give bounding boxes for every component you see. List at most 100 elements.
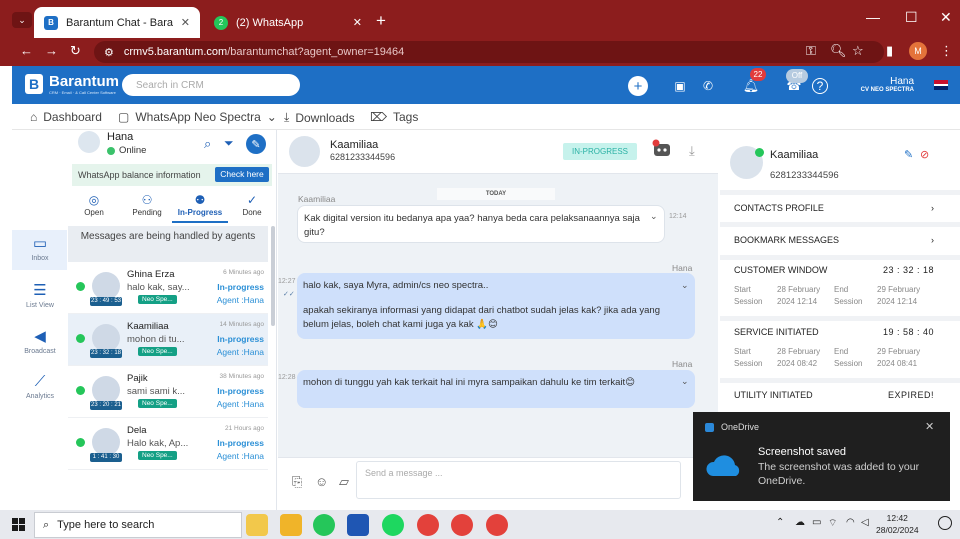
onedrive-tray-icon[interactable]: ☁ — [795, 517, 805, 528]
status-label: In-progress — [217, 334, 264, 344]
profile-avatar[interactable]: M — [909, 42, 927, 60]
edit-icon[interactable]: ✎ — [904, 148, 913, 161]
rail-list-view[interactable]: ☰ List View — [12, 281, 68, 309]
uk-flag-icon[interactable] — [934, 80, 948, 90]
rail-analytics[interactable]: ⟋ Analytics — [12, 373, 68, 400]
nav-downloads[interactable]: ⤓ Downloads — [284, 110, 355, 125]
chrome-icon[interactable] — [451, 514, 473, 536]
back-icon[interactable]: ← — [20, 43, 33, 58]
windows-start-icon[interactable] — [12, 518, 25, 531]
tab-in-progress[interactable]: ⚉ In-Progress — [175, 193, 225, 217]
bookmark-messages-row[interactable]: BOOKMARK MESSAGES › — [734, 235, 934, 245]
rail-broadcast[interactable]: ◀ Broadcast — [12, 327, 68, 355]
template-icon[interactable]: ▱ — [339, 474, 349, 490]
onedrive-toast[interactable]: OneDrive ✕ Screenshot saved The screensh… — [693, 412, 950, 501]
phone-icon[interactable]: ✆ — [698, 76, 718, 96]
rail-label: List View — [26, 302, 54, 309]
whatsapp-favicon-icon: 2 — [214, 15, 228, 30]
whatsapp-app-icon[interactable] — [313, 514, 335, 536]
progress-icon: ⚉ — [194, 193, 206, 207]
chevron-down-icon[interactable]: ⌄ — [681, 280, 689, 291]
outgoing-message[interactable]: mohon di tunggu yah kak terkait hal ini … — [297, 370, 695, 408]
contacts-profile-row[interactable]: CONTACTS PROFILE › — [734, 203, 934, 213]
tray-chevron-icon[interactable]: ⌃ — [776, 517, 784, 528]
attachment-icon[interactable]: ⎘ — [292, 474, 302, 490]
rail-inbox[interactable]: ▭ Inbox — [12, 234, 68, 262]
whatsapp-icon — [755, 148, 764, 157]
nav-whatsapp[interactable]: ▢ WhatsApp Neo Spectra ⌄ — [118, 110, 277, 124]
chatbot-icon[interactable] — [651, 138, 673, 160]
taskbar-clock[interactable]: 12:42 28/02/2024 — [876, 512, 919, 536]
add-button[interactable]: + — [628, 76, 648, 96]
forward-icon[interactable]: → — [45, 43, 58, 58]
conversation-item[interactable]: 23 : 32 : 18 Kaamiliaa 14 Minutes ago mo… — [68, 314, 268, 366]
tab-open[interactable]: ◎ Open — [69, 193, 119, 217]
done-icon: ✓ — [246, 193, 258, 207]
message-input[interactable]: Send a message ... — [356, 461, 681, 499]
reload-icon[interactable]: ↻ — [70, 43, 81, 59]
site-settings-icon[interactable]: ⚙ — [104, 46, 114, 59]
chevron-down-icon[interactable]: ⌄ — [650, 211, 658, 222]
emoji-icon[interactable]: ☺ — [315, 474, 328, 489]
minimize-icon[interactable]: — — [866, 9, 880, 25]
compose-button[interactable]: ✎ — [246, 134, 266, 154]
header-user[interactable]: Hana CV NEO SPECTRA — [830, 76, 914, 93]
tab-whatsapp[interactable]: 2 (2) WhatsApp ✕ — [204, 7, 372, 38]
nav-dashboard[interactable]: ⌂ Dashboard — [30, 110, 102, 124]
password-key-icon[interactable]: ⚿ — [806, 43, 816, 59]
download-icon[interactable]: ⤓ — [689, 143, 695, 159]
incoming-message[interactable]: Kak digital version itu bedanya apa yaa?… — [297, 205, 665, 243]
wifi-icon[interactable]: ◠ — [846, 517, 855, 528]
barantum-logo[interactable]: B Barantum CRM · Email · & Call Center So… — [24, 73, 119, 95]
filter-icon[interactable]: ⏷ — [224, 136, 234, 151]
zoom-icon[interactable]: 🔍︎ — [830, 43, 847, 59]
chevron-down-icon: ⌄ — [266, 110, 277, 124]
taskbar-search[interactable]: ⌕ Type here to search — [34, 512, 242, 538]
volume-icon[interactable]: ◁ — [861, 517, 869, 528]
new-tab-icon[interactable]: + — [376, 11, 386, 31]
network-icon[interactable]: ⌔ — [828, 517, 837, 530]
tab-search-icon[interactable]: ⌄ — [12, 12, 32, 28]
search-icon[interactable]: ⌕ — [204, 136, 211, 152]
contact-avatar[interactable] — [289, 136, 320, 167]
close-icon[interactable]: ✕ — [181, 16, 190, 29]
list-scrollbar[interactable] — [271, 226, 275, 326]
chat-icon[interactable]: ▣ — [670, 76, 690, 96]
header-user-company: CV NEO SPECTRA — [860, 87, 914, 93]
message-preview: halo kak, say... — [127, 282, 190, 293]
display-icon[interactable]: ▭ — [812, 517, 821, 528]
close-icon[interactable]: ✕ — [353, 16, 362, 29]
status-badge[interactable]: IN-PROGRESS — [563, 143, 637, 160]
notification-center-icon[interactable] — [938, 516, 952, 530]
tab-pending[interactable]: ⚇ Pending — [122, 193, 172, 217]
close-window-icon[interactable]: ✕ — [940, 9, 952, 26]
nav-label: Tags — [392, 110, 419, 124]
chrome-menu-icon[interactable]: ⋮ — [940, 43, 953, 59]
conversation-item[interactable]: 1 : 41 : 30 Dela 21 Hours ago Halo kak, … — [68, 418, 268, 470]
agent-status[interactable]: Online — [107, 145, 146, 156]
nav-tags[interactable]: ⌦ Tags — [370, 110, 418, 124]
bookmark-star-icon[interactable]: ☆ — [852, 43, 864, 59]
conversation-item[interactable]: 23 : 49 : 53 Ghina Erza 6 Minutes ago ha… — [68, 262, 268, 314]
status-toggle[interactable]: Off — [786, 69, 808, 83]
chevron-down-icon[interactable]: ⌄ — [681, 376, 689, 387]
close-icon[interactable]: ✕ — [925, 420, 934, 433]
help-icon[interactable]: ? — [812, 78, 828, 94]
tab-barantum-chat[interactable]: B Barantum Chat - Barantum CRM ✕ — [34, 7, 200, 38]
spotify-icon[interactable] — [382, 514, 404, 536]
outgoing-message[interactable]: halo kak, saya Myra, admin/cs neo spectr… — [297, 273, 695, 339]
crm-search-input[interactable]: Search in CRM — [122, 74, 300, 96]
tab-done[interactable]: ✓ Done — [227, 193, 277, 217]
chrome-icon[interactable] — [486, 514, 508, 536]
side-panel-icon[interactable]: ▮ — [886, 43, 893, 59]
maximize-icon[interactable]: ☐ — [905, 9, 918, 26]
chrome-icon[interactable] — [417, 514, 439, 536]
address-bar[interactable]: ⚙ crmv5.barantum.com/barantumchat?agent_… — [94, 41, 884, 63]
sticky-notes-icon[interactable] — [246, 514, 268, 536]
channel-tag: Neo Spe... — [138, 347, 177, 356]
conversation-item[interactable]: 23 : 20 : 21 Pajik 38 Minutes ago sami s… — [68, 366, 268, 418]
file-explorer-icon[interactable] — [280, 514, 302, 536]
block-icon[interactable]: ⊘ — [920, 148, 929, 161]
app-icon[interactable] — [347, 514, 369, 536]
check-here-button[interactable]: Check here — [215, 167, 269, 182]
